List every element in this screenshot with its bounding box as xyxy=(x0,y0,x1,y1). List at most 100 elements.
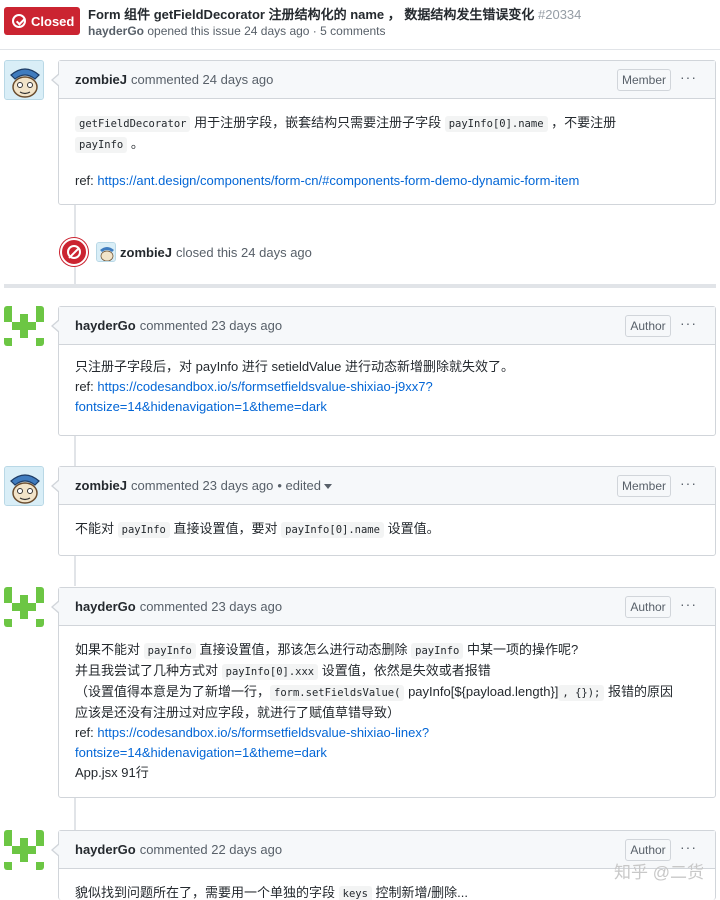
state-label: Closed xyxy=(31,13,75,29)
code-inline: keys xyxy=(338,886,372,900)
role-badge: Member xyxy=(617,475,671,497)
comment-author[interactable]: zombieJ xyxy=(75,478,127,493)
timeline-divider xyxy=(4,284,716,288)
comment-time[interactable]: commented 22 days ago xyxy=(140,842,282,857)
body-text: 报错的原因 xyxy=(604,684,673,699)
comment: zombieJ commented 23 days ago • edited M… xyxy=(51,466,716,556)
more-options-icon[interactable]: ··· xyxy=(680,475,697,491)
issue-title-text: Form 组件 getFieldDecorator 注册结构化的 name ， … xyxy=(88,7,535,22)
avatar[interactable] xyxy=(4,830,44,870)
body-text: 貌似找到问题所在了，需要用一个单独的字段 xyxy=(75,885,339,900)
more-options-icon[interactable]: ··· xyxy=(680,596,697,612)
issue-closed-icon xyxy=(12,14,26,28)
ref-link[interactable]: https://ant.design/components/form-cn/#c… xyxy=(97,173,579,188)
zombiej-avatar-icon xyxy=(97,243,115,261)
comment-header: hayderGo commented 23 days ago Author ··… xyxy=(59,588,715,626)
ref-label: ref: xyxy=(75,379,98,394)
timeline-line xyxy=(74,798,76,830)
closed-event-badge xyxy=(60,238,88,266)
watermark: 知乎 @二货 xyxy=(614,863,704,882)
ref-link[interactable]: https://codesandbox.io/s/formsetfieldsva… xyxy=(97,379,432,394)
issue-title: Form 组件 getFieldDecorator 注册结构化的 name ， … xyxy=(88,4,581,23)
comment-author[interactable]: hayderGo xyxy=(75,599,136,614)
comment-time[interactable]: commented 23 days ago xyxy=(140,599,282,614)
identicon-icon xyxy=(4,306,44,346)
comment-header: zombieJ commented 24 days ago Member ··· xyxy=(59,61,715,99)
ref-label: ref: xyxy=(75,173,98,188)
comment-time[interactable]: commented 24 days ago xyxy=(131,72,273,87)
body-text: 直接设置值，那该怎么进行动态删除 xyxy=(195,642,412,657)
identicon-icon xyxy=(4,830,44,870)
zombiej-avatar-icon xyxy=(5,467,43,505)
circle-slash-icon xyxy=(67,245,81,259)
code-inline: , {}); xyxy=(558,685,605,701)
comment-body: 不能对 payInfo 直接设置值，要对 payInfo[0].name 设置值… xyxy=(59,505,715,552)
avatar[interactable] xyxy=(4,466,44,506)
comment-time[interactable]: commented 23 days ago xyxy=(140,318,282,333)
body-text: 只注册子字段后，对 payInfo 进行 setieldValue 进行动态新增… xyxy=(75,359,514,374)
body-text: 如果不能对 xyxy=(75,642,144,657)
body-text: 设置值。 xyxy=(383,521,440,536)
state-badge-closed: Closed xyxy=(4,7,80,35)
closed-event: zombieJ closed this 24 days ago xyxy=(60,236,312,268)
timeline-line xyxy=(74,556,76,586)
comment-header: hayderGo commented 23 days ago Author ··… xyxy=(59,307,715,345)
role-badge: Author xyxy=(625,315,671,337)
more-options-icon[interactable]: ··· xyxy=(680,69,697,85)
body-text: 不能对 xyxy=(75,521,118,536)
identicon-icon xyxy=(4,587,44,627)
timeline-line xyxy=(74,436,76,466)
ref-link-continued[interactable]: fontsize=14&hidenavigation=1&theme=dark xyxy=(75,745,327,760)
event-author[interactable]: zombieJ xyxy=(120,245,172,260)
comment-body: 只注册子字段后，对 payInfo 进行 setieldValue 进行动态新增… xyxy=(59,345,715,429)
body-text: （设置值得本意是为了新增一行， xyxy=(75,684,271,699)
issue-meta: hayderGo opened this issue 24 days ago ·… xyxy=(88,24,386,38)
code-inline: form.setFieldsValue( xyxy=(270,685,405,701)
body-text: App.jsx 91行 xyxy=(75,765,149,780)
code-inline: payInfo[0].name xyxy=(281,522,384,538)
code-inline: payInfo xyxy=(117,522,170,538)
avatar[interactable] xyxy=(4,587,44,627)
ref-label: ref: xyxy=(75,725,98,740)
comment-author[interactable]: hayderGo xyxy=(75,318,136,333)
body-text: 。 xyxy=(127,136,144,151)
code-inline: payInfo xyxy=(411,643,464,659)
avatar[interactable] xyxy=(4,306,44,346)
body-text: 并且我尝试了几种方式对 xyxy=(75,663,222,678)
ref-link[interactable]: https://codesandbox.io/s/formsetfieldsva… xyxy=(97,725,429,740)
body-text: payInfo[${payload.length}] xyxy=(404,684,559,699)
edited-label: • edited xyxy=(277,478,321,493)
more-options-icon[interactable]: ··· xyxy=(680,839,697,855)
body-text: 设置值，依然是失效或者报错 xyxy=(318,663,491,678)
issue-header: Closed Form 组件 getFieldDecorator 注册结构化的 … xyxy=(0,0,720,50)
issue-author-link[interactable]: hayderGo xyxy=(88,24,144,38)
comment-header: zombieJ commented 23 days ago • edited M… xyxy=(59,467,715,505)
ref-link-continued[interactable]: fontsize=14&hidenavigation=1&theme=dark xyxy=(75,399,327,414)
role-badge: Member xyxy=(617,69,671,91)
role-badge: Author xyxy=(625,596,671,618)
body-text: 用于注册字段，嵌套结构只需要注册子字段 xyxy=(190,115,445,130)
body-text: 应该是还没有注册过对应字段，就进行了赋值草错导致） xyxy=(75,705,401,720)
body-text: 直接设置值，要对 xyxy=(169,521,282,536)
comment: hayderGo commented 23 days ago Author ··… xyxy=(51,587,716,798)
edited-dropdown[interactable]: • edited xyxy=(277,478,332,493)
comment-author[interactable]: zombieJ xyxy=(75,72,127,87)
issue-meta-text: opened this issue 24 days ago · 5 commen… xyxy=(147,24,386,38)
event-action: closed this 24 days ago xyxy=(176,244,312,260)
code-inline: payInfo[0].name xyxy=(444,116,548,132)
issue-number: #20334 xyxy=(538,7,582,22)
body-text: ，不要注册 xyxy=(547,115,617,130)
code-inline: payInfo xyxy=(143,643,196,659)
comment-time[interactable]: commented 23 days ago xyxy=(131,478,273,493)
caret-down-icon xyxy=(323,484,332,490)
avatar[interactable] xyxy=(96,242,116,262)
zombiej-avatar-icon xyxy=(5,61,43,99)
body-text: 控制新增/删除... xyxy=(371,885,468,900)
comment-body: 如果不能对 payInfo 直接设置值，那该怎么进行动态删除 payInfo 中… xyxy=(59,626,715,795)
comment-author[interactable]: hayderGo xyxy=(75,842,136,857)
code-inline: payInfo xyxy=(75,137,128,153)
comment: hayderGo commented 23 days ago Author ··… xyxy=(51,306,716,436)
more-options-icon[interactable]: ··· xyxy=(680,315,697,331)
code-inline: payInfo[0].xxx xyxy=(221,664,319,680)
avatar[interactable] xyxy=(4,60,44,100)
